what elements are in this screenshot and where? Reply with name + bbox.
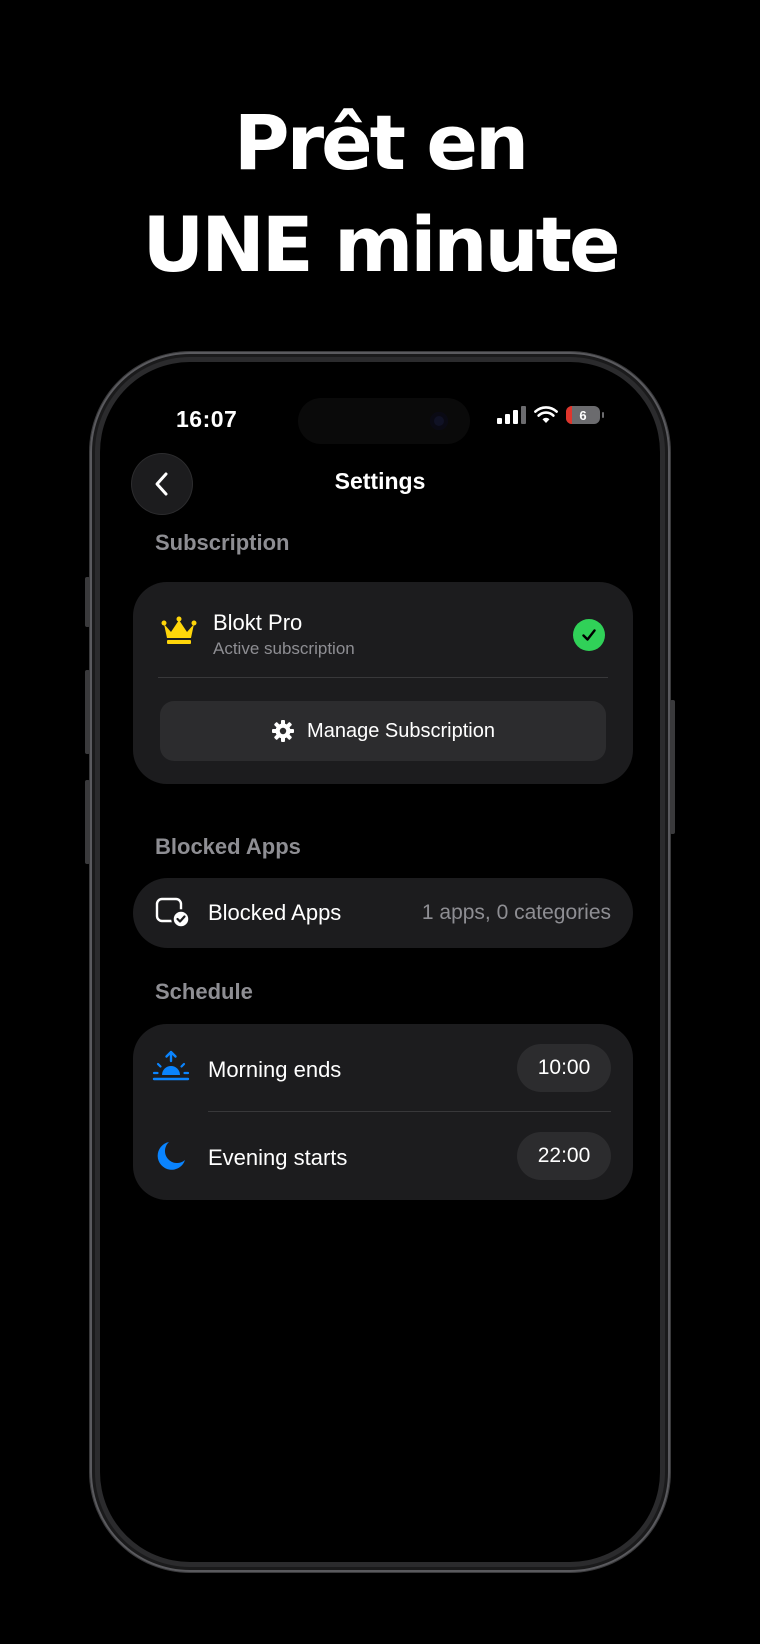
promo-headline: Prêt en UNE minute: [0, 92, 760, 296]
camera-dot: [430, 412, 448, 430]
blocked-apps-label: Blocked Apps: [208, 900, 342, 925]
crown-icon: [161, 616, 197, 644]
evening-starts-time[interactable]: 22:00: [517, 1132, 611, 1180]
page-title: Settings: [334, 468, 426, 494]
battery-indicator: 6: [566, 406, 604, 424]
blocked-apps-row[interactable]: Blocked Apps 1 apps, 0 categories: [133, 878, 633, 948]
status-time: 16:07: [176, 406, 238, 432]
checkmark-circle-icon: [573, 619, 605, 651]
action-button: [85, 577, 90, 627]
status-icons: 6: [497, 406, 604, 424]
phone-frame: 16:07 6 Settings Subscription Blokt Pro …: [85, 352, 675, 1572]
blocked-apps-section-label: Blocked Apps: [155, 834, 301, 859]
morning-ends-label: Morning ends: [208, 1057, 342, 1082]
plan-name: Blokt Pro: [213, 610, 303, 635]
subscription-divider: [158, 677, 608, 678]
blocked-apps-count: 1 apps, 0 categories: [421, 901, 611, 924]
volume-down-button: [85, 780, 90, 864]
volume-up-button: [85, 670, 90, 754]
battery-level: 6: [579, 407, 587, 423]
subscription-card: Blokt Pro Active subscription Manage Sub…: [133, 582, 633, 784]
power-button: [670, 700, 675, 834]
moon-icon: [157, 1142, 185, 1170]
headline-line-1: Prêt en: [233, 98, 529, 187]
app-shield-check-icon: [155, 897, 191, 929]
cellular-signal-icon: [497, 406, 526, 424]
headline-line-2: UNE minute: [142, 200, 620, 289]
gear-icon: [272, 720, 295, 742]
sunrise-icon: [152, 1050, 190, 1081]
schedule-section-label: Schedule: [155, 979, 253, 1004]
phone-screen: 16:07 6 Settings Subscription Blokt Pro …: [100, 362, 660, 1562]
wifi-icon: [534, 406, 558, 423]
plan-status: Active subscription: [213, 639, 355, 658]
subscription-section-label: Subscription: [155, 530, 290, 555]
schedule-row-evening[interactable]: Evening starts 22:00: [133, 1112, 633, 1200]
morning-ends-time[interactable]: 10:00: [517, 1044, 611, 1092]
manage-subscription-button[interactable]: Manage Subscription: [160, 701, 606, 761]
evening-starts-label: Evening starts: [208, 1145, 348, 1170]
manage-subscription-label: Manage Subscription: [307, 719, 495, 742]
schedule-row-morning[interactable]: Morning ends 10:00: [133, 1024, 633, 1112]
schedule-card: Morning ends 10:00 Evening starts 22:00: [133, 1024, 633, 1200]
